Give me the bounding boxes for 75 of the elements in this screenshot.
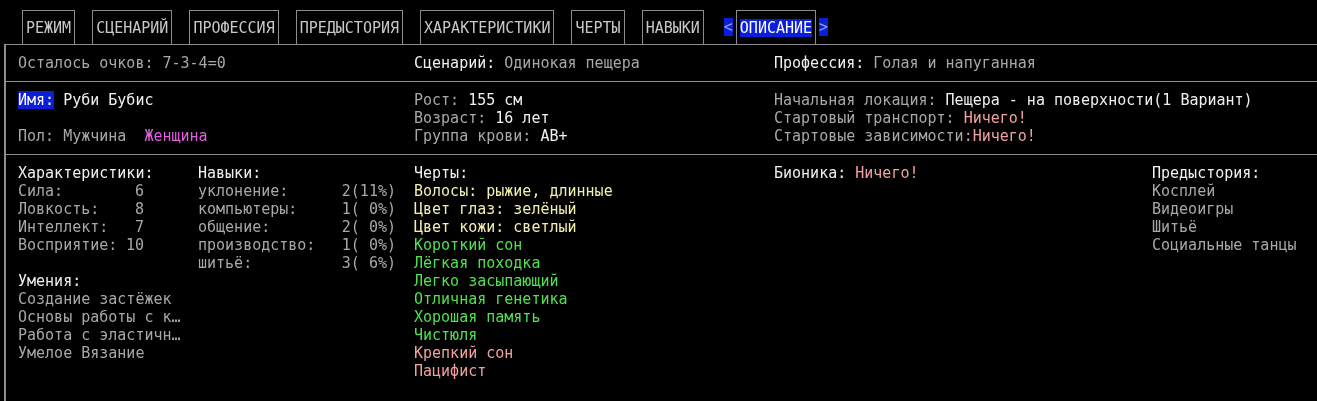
skill-value: 1( 0%) bbox=[341, 200, 396, 218]
tab[interactable]: СЦЕНАРИЙ bbox=[92, 10, 173, 44]
skill-value: 3( 6%) bbox=[341, 254, 396, 272]
skill-name: производство: bbox=[198, 236, 316, 254]
trait: Лёгкая походка bbox=[414, 254, 542, 272]
scenario-label: Сценарий: bbox=[414, 54, 496, 72]
proficiency: Умелое Вязание bbox=[18, 344, 146, 362]
skill-value: 2(11%) bbox=[341, 182, 396, 200]
tab[interactable]: НАВЫКИ bbox=[641, 10, 704, 44]
traits-title: Черты: bbox=[414, 164, 470, 182]
trait: Короткий сон bbox=[414, 236, 524, 254]
height-value: 155 см bbox=[468, 91, 523, 109]
profession-value: Голая и напуганная bbox=[873, 54, 1036, 72]
skill-name: уклонение: bbox=[198, 182, 289, 200]
name-value: Руби Бубис bbox=[63, 91, 154, 109]
trait: Хорошая память bbox=[414, 308, 542, 326]
skill-name: компьютеры: bbox=[198, 200, 298, 218]
tab[interactable]: РЕЖИМ bbox=[22, 10, 76, 44]
trait: Легко засыпающий bbox=[414, 272, 560, 290]
blood-type-label: Группа крови: bbox=[414, 127, 532, 145]
start-location-value: Пещера - на поверхности(1 Вариант) bbox=[945, 91, 1253, 109]
trait: Крепкий сон bbox=[414, 344, 515, 362]
age-label: Возраст: bbox=[414, 109, 487, 127]
stat-name: Восприятие: bbox=[18, 236, 118, 254]
proficiency: Создание застёжек bbox=[18, 290, 173, 308]
background-item: Косплей bbox=[1152, 182, 1217, 200]
gender-option[interactable]: Женщина bbox=[144, 127, 208, 145]
stat-name: Интеллект: bbox=[18, 218, 109, 236]
name-label: Имя: bbox=[18, 91, 55, 109]
stat-name: Ловкость: bbox=[18, 200, 100, 218]
bionics-value: Ничего! bbox=[855, 164, 919, 182]
background-item: Видеоигры bbox=[1152, 200, 1235, 218]
skill-value: 1( 0%) bbox=[341, 236, 396, 254]
tab[interactable]: ОПИСАНИЕ bbox=[735, 10, 817, 44]
proficiency: Работа с эластичн… bbox=[18, 326, 182, 344]
stat-name: Сила: bbox=[18, 182, 64, 200]
points-label: Осталось очков: bbox=[18, 54, 154, 72]
proficiencies-title: Умения: bbox=[18, 272, 83, 290]
start-vehicle-label: Стартовый транспорт: bbox=[774, 109, 955, 127]
stat-value: 6 bbox=[134, 182, 144, 200]
age-value: 16 лет bbox=[495, 109, 550, 127]
background-item: Социальные танцы bbox=[1152, 236, 1297, 254]
tab[interactable]: ХАРАКТЕРИСТИКИ bbox=[420, 10, 555, 44]
stats-title: Характеристики: bbox=[18, 164, 155, 182]
trait: Отличная генетика bbox=[414, 290, 569, 308]
skill-value: 2( 0%) bbox=[341, 218, 396, 236]
proficiency: Основы работы с к… bbox=[18, 308, 182, 326]
height-label: Рост: bbox=[414, 91, 460, 109]
gender-option[interactable]: Мужчина bbox=[63, 127, 127, 145]
skill-name: шитьё: bbox=[198, 254, 253, 272]
trait: Цвет глаз: зелёный bbox=[414, 200, 578, 218]
trait: Цвет кожи: светлый bbox=[414, 218, 578, 236]
blood-type-value: AB+ bbox=[540, 127, 568, 145]
gender-label: Пол: bbox=[18, 127, 55, 145]
skill-name: общение: bbox=[198, 218, 271, 236]
points-value: 7-3-4=0 bbox=[162, 54, 226, 72]
background-item: Шитьё bbox=[1152, 218, 1199, 236]
stat-value: 10 bbox=[125, 236, 144, 254]
start-addictions-value: Ничего! bbox=[972, 127, 1036, 145]
tab[interactable]: ПРОФЕССИЯ bbox=[189, 10, 279, 44]
scenario-value: Одинокая пещера bbox=[504, 54, 640, 72]
start-location-label: Начальная локация: bbox=[774, 91, 937, 109]
tab[interactable]: ЧЕРТЫ bbox=[571, 10, 625, 44]
skills-title: Навыки: bbox=[198, 164, 263, 182]
bionics-label: Бионика: bbox=[774, 164, 847, 182]
profession-label: Профессия: bbox=[774, 54, 865, 72]
start-addictions-label: Стартовые зависимости: bbox=[774, 127, 973, 145]
stat-value: 7 bbox=[134, 218, 144, 236]
background-title: Предыстория: bbox=[1152, 164, 1262, 182]
trait: Чистюля bbox=[414, 326, 479, 344]
trait: Волосы: рыжие, длинные bbox=[414, 182, 614, 200]
tab[interactable]: ПРЕДЫСТОРИЯ bbox=[295, 10, 404, 44]
trait: Пацифист bbox=[414, 362, 488, 380]
stat-value: 8 bbox=[134, 200, 144, 218]
start-vehicle-value: Ничего! bbox=[963, 109, 1027, 127]
